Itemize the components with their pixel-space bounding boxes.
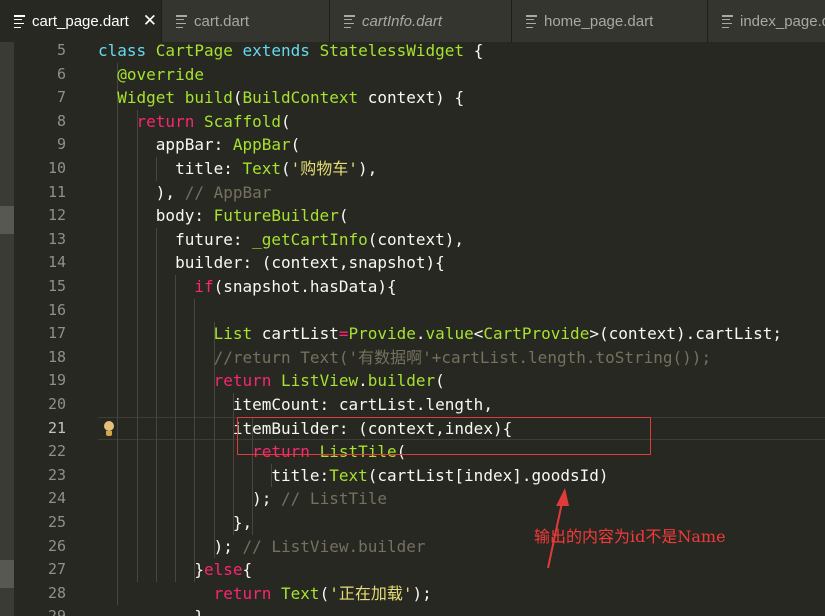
annotation-text: 输出的内容为id不是Name (534, 527, 726, 546)
arrow-head (556, 488, 569, 506)
